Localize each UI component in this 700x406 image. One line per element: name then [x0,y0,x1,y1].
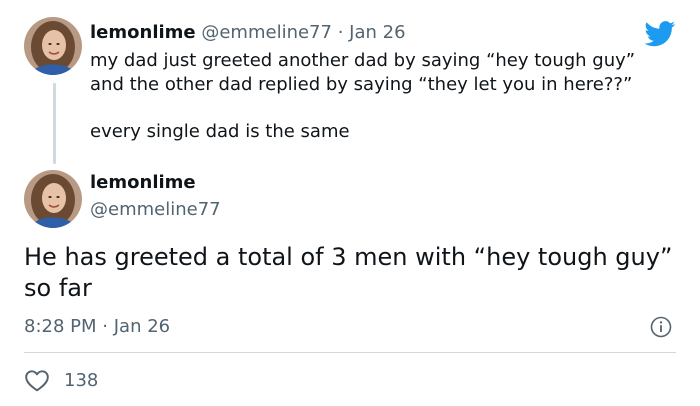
tweet-date[interactable]: Jan 26 [349,22,405,43]
info-icon[interactable] [650,316,672,338]
user-handle[interactable]: @emmeline77 [90,199,221,220]
tweet-line: my dad just greeted another dad by sayin… [90,50,636,71]
twitter-bird-icon[interactable] [644,21,676,47]
tweet-line: and the other dad replied by saying “the… [90,74,633,95]
thread-connector-line [53,83,56,164]
heart-icon[interactable] [24,368,50,392]
tweet-text: my dad just greeted another dad by sayin… [90,49,690,144]
tweet-line: every single dad is the same [90,121,350,142]
like-action[interactable]: 138 [24,368,98,392]
divider [24,352,676,353]
separator-dot: · [337,22,344,43]
tweet-text: He has greeted a total of 3 men with “he… [24,243,673,302]
tweet-header: lemonlime @emmeline77 · Jan 26 [90,22,406,43]
avatar[interactable] [24,17,82,75]
display-name[interactable]: lemonlime [90,172,196,193]
user-handle[interactable]: @emmeline77 [201,22,332,43]
avatar[interactable] [24,170,82,228]
separator-dot: · [102,316,108,337]
like-count: 138 [64,369,99,391]
tweet-date: Jan 26 [113,316,171,337]
tweet-timestamp[interactable]: 8:28 PM · Jan 26 [24,316,170,337]
tweet-time: 8:28 PM [24,316,97,337]
display-name[interactable]: lemonlime [90,22,196,43]
